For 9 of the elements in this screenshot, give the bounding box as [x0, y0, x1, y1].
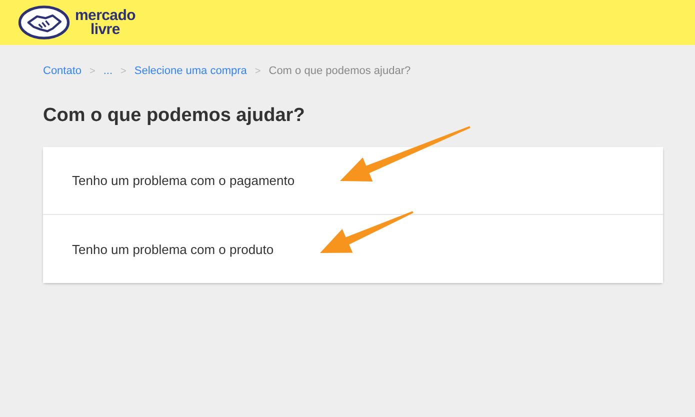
- breadcrumb-separator: >: [254, 66, 261, 76]
- breadcrumb-separator: >: [120, 66, 126, 76]
- option-item[interactable]: Tenho um problema com o pagamento: [43, 147, 663, 215]
- page-title: Com o que podemos ajudar?: [43, 105, 306, 127]
- logo-wordmark[interactable]: mercado livre: [75, 8, 136, 36]
- breadcrumb-current: Com o que podemos ajudar?: [268, 65, 411, 77]
- breadcrumb-separator: >: [90, 66, 96, 76]
- handshake-logo-icon[interactable]: [18, 5, 70, 40]
- option-item[interactable]: Tenho um problema com o produto: [43, 215, 663, 283]
